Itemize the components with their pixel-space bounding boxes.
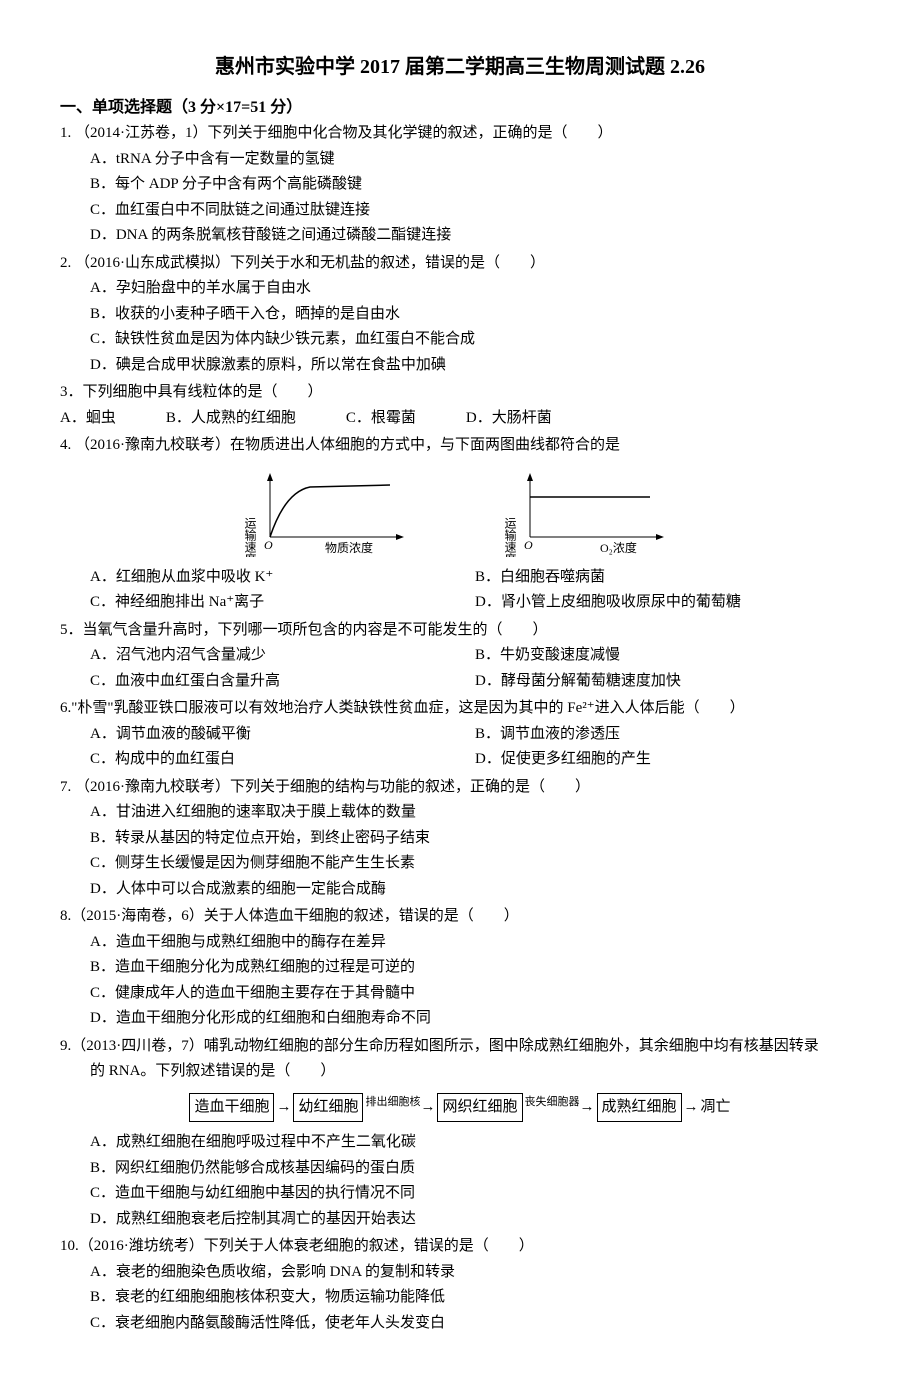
q8-opt-a: A．造血干细胞与成熟红细胞中的酶存在差异 bbox=[90, 930, 860, 956]
question-10: 10.（2016·潍坊统考）下列关于人体衰老细胞的叙述，错误的是（ ） A．衰老… bbox=[60, 1234, 860, 1336]
q3-opt-c: C．根霉菌 bbox=[346, 406, 416, 432]
q10-opt-a: A．衰老的细胞染色质收缩，会影响 DNA 的复制和转录 bbox=[90, 1260, 860, 1286]
q7-opt-c: C．侧芽生长缓慢是因为侧芽细胞不能产生生长素 bbox=[90, 851, 860, 877]
q9-opt-a: A．成熟红细胞在细胞呼吸过程中不产生二氧化碳 bbox=[90, 1130, 860, 1156]
q2-opt-d: D．碘是合成甲状腺激素的原料，所以常在食盐中加碘 bbox=[90, 353, 860, 379]
q5-stem: 5．当氧气含量升高时，下列哪一项所包含的内容是不可能发生的（ ） bbox=[60, 618, 860, 644]
q6-stem: 6."朴雪"乳酸亚铁口服液可以有效地治疗人类缺铁性贫血症，这是因为其中的 Fe²… bbox=[60, 696, 860, 722]
flow-end: 凋亡 bbox=[701, 1099, 731, 1115]
arrow-icon: 排出细胞核→ bbox=[365, 1099, 435, 1115]
q7-opt-b: B．转录从基因的特定位点开始，到终止密码子结束 bbox=[90, 826, 860, 852]
q5-opt-c: C．血液中血红蛋白含量升高 bbox=[90, 669, 475, 695]
q1-stem: 1. （2014·江苏卷，1）下列关于细胞中化合物及其化学键的叙述，正确的是（ … bbox=[60, 121, 860, 147]
question-2: 2. （2016·山东成武模拟）下列关于水和无机盐的叙述，错误的是（ ） A．孕… bbox=[60, 251, 860, 379]
q4-opt-a: A．红细胞从血浆中吸收 K⁺ bbox=[90, 565, 475, 591]
q10-stem: 10.（2016·潍坊统考）下列关于人体衰老细胞的叙述，错误的是（ ） bbox=[60, 1234, 860, 1260]
chart1-xlabel: 物质浓度 bbox=[325, 540, 373, 555]
q1-opt-c: C．血红蛋白中不同肽链之间通过肽键连接 bbox=[90, 198, 860, 224]
q1-opt-d: D．DNA 的两条脱氧核苷酸链之间通过磷酸二酯键连接 bbox=[90, 223, 860, 249]
q2-opt-b: B．收获的小麦种子晒干入仓，晒掉的是自由水 bbox=[90, 302, 860, 328]
q4-opt-c: C．神经细胞排出 Na⁺离子 bbox=[90, 590, 475, 616]
q10-opt-b: B．衰老的红细胞细胞核体积变大，物质运输功能降低 bbox=[90, 1285, 860, 1311]
question-4: 4. （2016·豫南九校联考）在物质进出人体细胞的方式中，与下面两图曲线都符合… bbox=[60, 433, 860, 616]
q8-opt-b: B．造血干细胞分化为成熟红细胞的过程是可逆的 bbox=[90, 955, 860, 981]
question-7: 7. （2016·豫南九校联考）下列关于细胞的结构与功能的叙述，正确的是（ ） … bbox=[60, 775, 860, 903]
q5-opt-a: A．沼气池内沼气含量减少 bbox=[90, 643, 475, 669]
q5-opt-d: D．酵母菌分解葡萄糖速度加快 bbox=[475, 669, 860, 695]
q9-opt-d: D．成熟红细胞衰老后控制其凋亡的基因开始表达 bbox=[90, 1207, 860, 1233]
q10-opt-c: C．衰老细胞内酪氨酸酶活性降低，使老年人头发变白 bbox=[90, 1311, 860, 1337]
flow-box-3: 网织红细胞 bbox=[437, 1093, 522, 1123]
q1-opt-a: A．tRNA 分子中含有一定数量的氢键 bbox=[90, 147, 860, 173]
q3-opt-a: A．蛔虫 bbox=[60, 406, 116, 432]
q9-stem-2: 的 RNA。下列叙述错误的是（ ） bbox=[90, 1059, 860, 1085]
q2-stem: 2. （2016·山东成武模拟）下列关于水和无机盐的叙述，错误的是（ ） bbox=[60, 251, 860, 277]
flow-box-4: 成熟红细胞 bbox=[597, 1093, 682, 1123]
arrow-icon: → bbox=[684, 1099, 699, 1115]
q4-opt-b: B．白细胞吞噬病菌 bbox=[475, 565, 860, 591]
question-6: 6."朴雪"乳酸亚铁口服液可以有效地治疗人类缺铁性贫血症，这是因为其中的 Fe²… bbox=[60, 696, 860, 773]
q6-opt-b: B．调节血液的渗透压 bbox=[475, 722, 860, 748]
chart1-ylabel: 运输速度 bbox=[243, 516, 257, 556]
q3-stem: 3．下列细胞中具有线粒体的是（ ） bbox=[60, 380, 860, 406]
chart-2: 运输速度 O O₂浓度 bbox=[500, 467, 680, 557]
q1-opt-b: B．每个 ADP 分子中含有两个高能磷酸键 bbox=[90, 172, 860, 198]
flow-box-1: 造血干细胞 bbox=[189, 1093, 274, 1123]
question-1: 1. （2014·江苏卷，1）下列关于细胞中化合物及其化学键的叙述，正确的是（ … bbox=[60, 121, 860, 249]
arrow-icon: 丧失细胞器→ bbox=[525, 1099, 595, 1115]
chart2-ylabel: 运输速度 bbox=[503, 516, 517, 556]
q9-opt-b: B．网织红细胞仍然能够合成核基因编码的蛋白质 bbox=[90, 1156, 860, 1182]
q7-opt-a: A．甘油进入红细胞的速率取决于膜上载体的数量 bbox=[90, 800, 860, 826]
question-9: 9.（2013·四川卷，7）哺乳动物红细胞的部分生命历程如图所示，图中除成熟红细… bbox=[60, 1034, 860, 1233]
q9-opt-c: C．造血干细胞与幼红细胞中基因的执行情况不同 bbox=[90, 1181, 860, 1207]
q4-stem: 4. （2016·豫南九校联考）在物质进出人体细胞的方式中，与下面两图曲线都符合… bbox=[60, 433, 860, 459]
q3-opt-b: B．人成熟的红细胞 bbox=[166, 406, 296, 432]
q8-stem: 8.（2015·海南卷，6）关于人体造血干细胞的叙述，错误的是（ ） bbox=[60, 904, 860, 930]
q6-opt-c: C．构成中的血红蛋白 bbox=[90, 747, 475, 773]
chart2-origin: O bbox=[524, 538, 533, 552]
q7-stem: 7. （2016·豫南九校联考）下列关于细胞的结构与功能的叙述，正确的是（ ） bbox=[60, 775, 860, 801]
q8-opt-d: D．造血干细胞分化形成的红细胞和白细胞寿命不同 bbox=[90, 1006, 860, 1032]
question-5: 5．当氧气含量升高时，下列哪一项所包含的内容是不可能发生的（ ） A．沼气池内沼… bbox=[60, 618, 860, 695]
q5-opt-b: B．牛奶变酸速度减慢 bbox=[475, 643, 860, 669]
q2-opt-c: C．缺铁性贫血是因为体内缺少铁元素，血红蛋白不能合成 bbox=[90, 327, 860, 353]
q7-opt-d: D．人体中可以合成激素的细胞一定能合成酶 bbox=[90, 877, 860, 903]
chart-container: 运输速度 O 物质浓度 运输速度 O O₂浓度 bbox=[60, 467, 860, 557]
q6-opt-a: A．调节血液的酸碱平衡 bbox=[90, 722, 475, 748]
arrow-icon: → bbox=[276, 1099, 291, 1115]
chart1-origin: O bbox=[264, 538, 273, 552]
page-title: 惠州市实验中学 2017 届第二学期高三生物周测试题 2.26 bbox=[60, 50, 860, 84]
q6-opt-d: D．促使更多红细胞的产生 bbox=[475, 747, 860, 773]
q4-opt-d: D．肾小管上皮细胞吸收原尿中的葡萄糖 bbox=[475, 590, 860, 616]
question-3: 3．下列细胞中具有线粒体的是（ ） A．蛔虫 B．人成熟的红细胞 C．根霉菌 D… bbox=[60, 380, 860, 431]
chart-2-svg: 运输速度 O O₂浓度 bbox=[500, 467, 680, 557]
flow-box-2: 幼红细胞 bbox=[293, 1093, 363, 1123]
chart2-xlabel: O₂浓度 bbox=[600, 540, 637, 555]
flow-diagram: 造血干细胞→幼红细胞排出细胞核→网织红细胞丧失细胞器→成熟红细胞→凋亡 bbox=[60, 1093, 860, 1123]
section-header: 一、单项选择题（3 分×17=51 分） bbox=[60, 94, 860, 121]
q2-opt-a: A．孕妇胎盘中的羊水属于自由水 bbox=[90, 276, 860, 302]
q8-opt-c: C．健康成年人的造血干细胞主要存在于其骨髓中 bbox=[90, 981, 860, 1007]
chart-1-svg: 运输速度 O 物质浓度 bbox=[240, 467, 420, 557]
question-8: 8.（2015·海南卷，6）关于人体造血干细胞的叙述，错误的是（ ） A．造血干… bbox=[60, 904, 860, 1032]
q9-stem-1: 9.（2013·四川卷，7）哺乳动物红细胞的部分生命历程如图所示，图中除成熟红细… bbox=[60, 1034, 860, 1060]
q3-opt-d: D．大肠杆菌 bbox=[466, 406, 552, 432]
chart-1: 运输速度 O 物质浓度 bbox=[240, 467, 420, 557]
